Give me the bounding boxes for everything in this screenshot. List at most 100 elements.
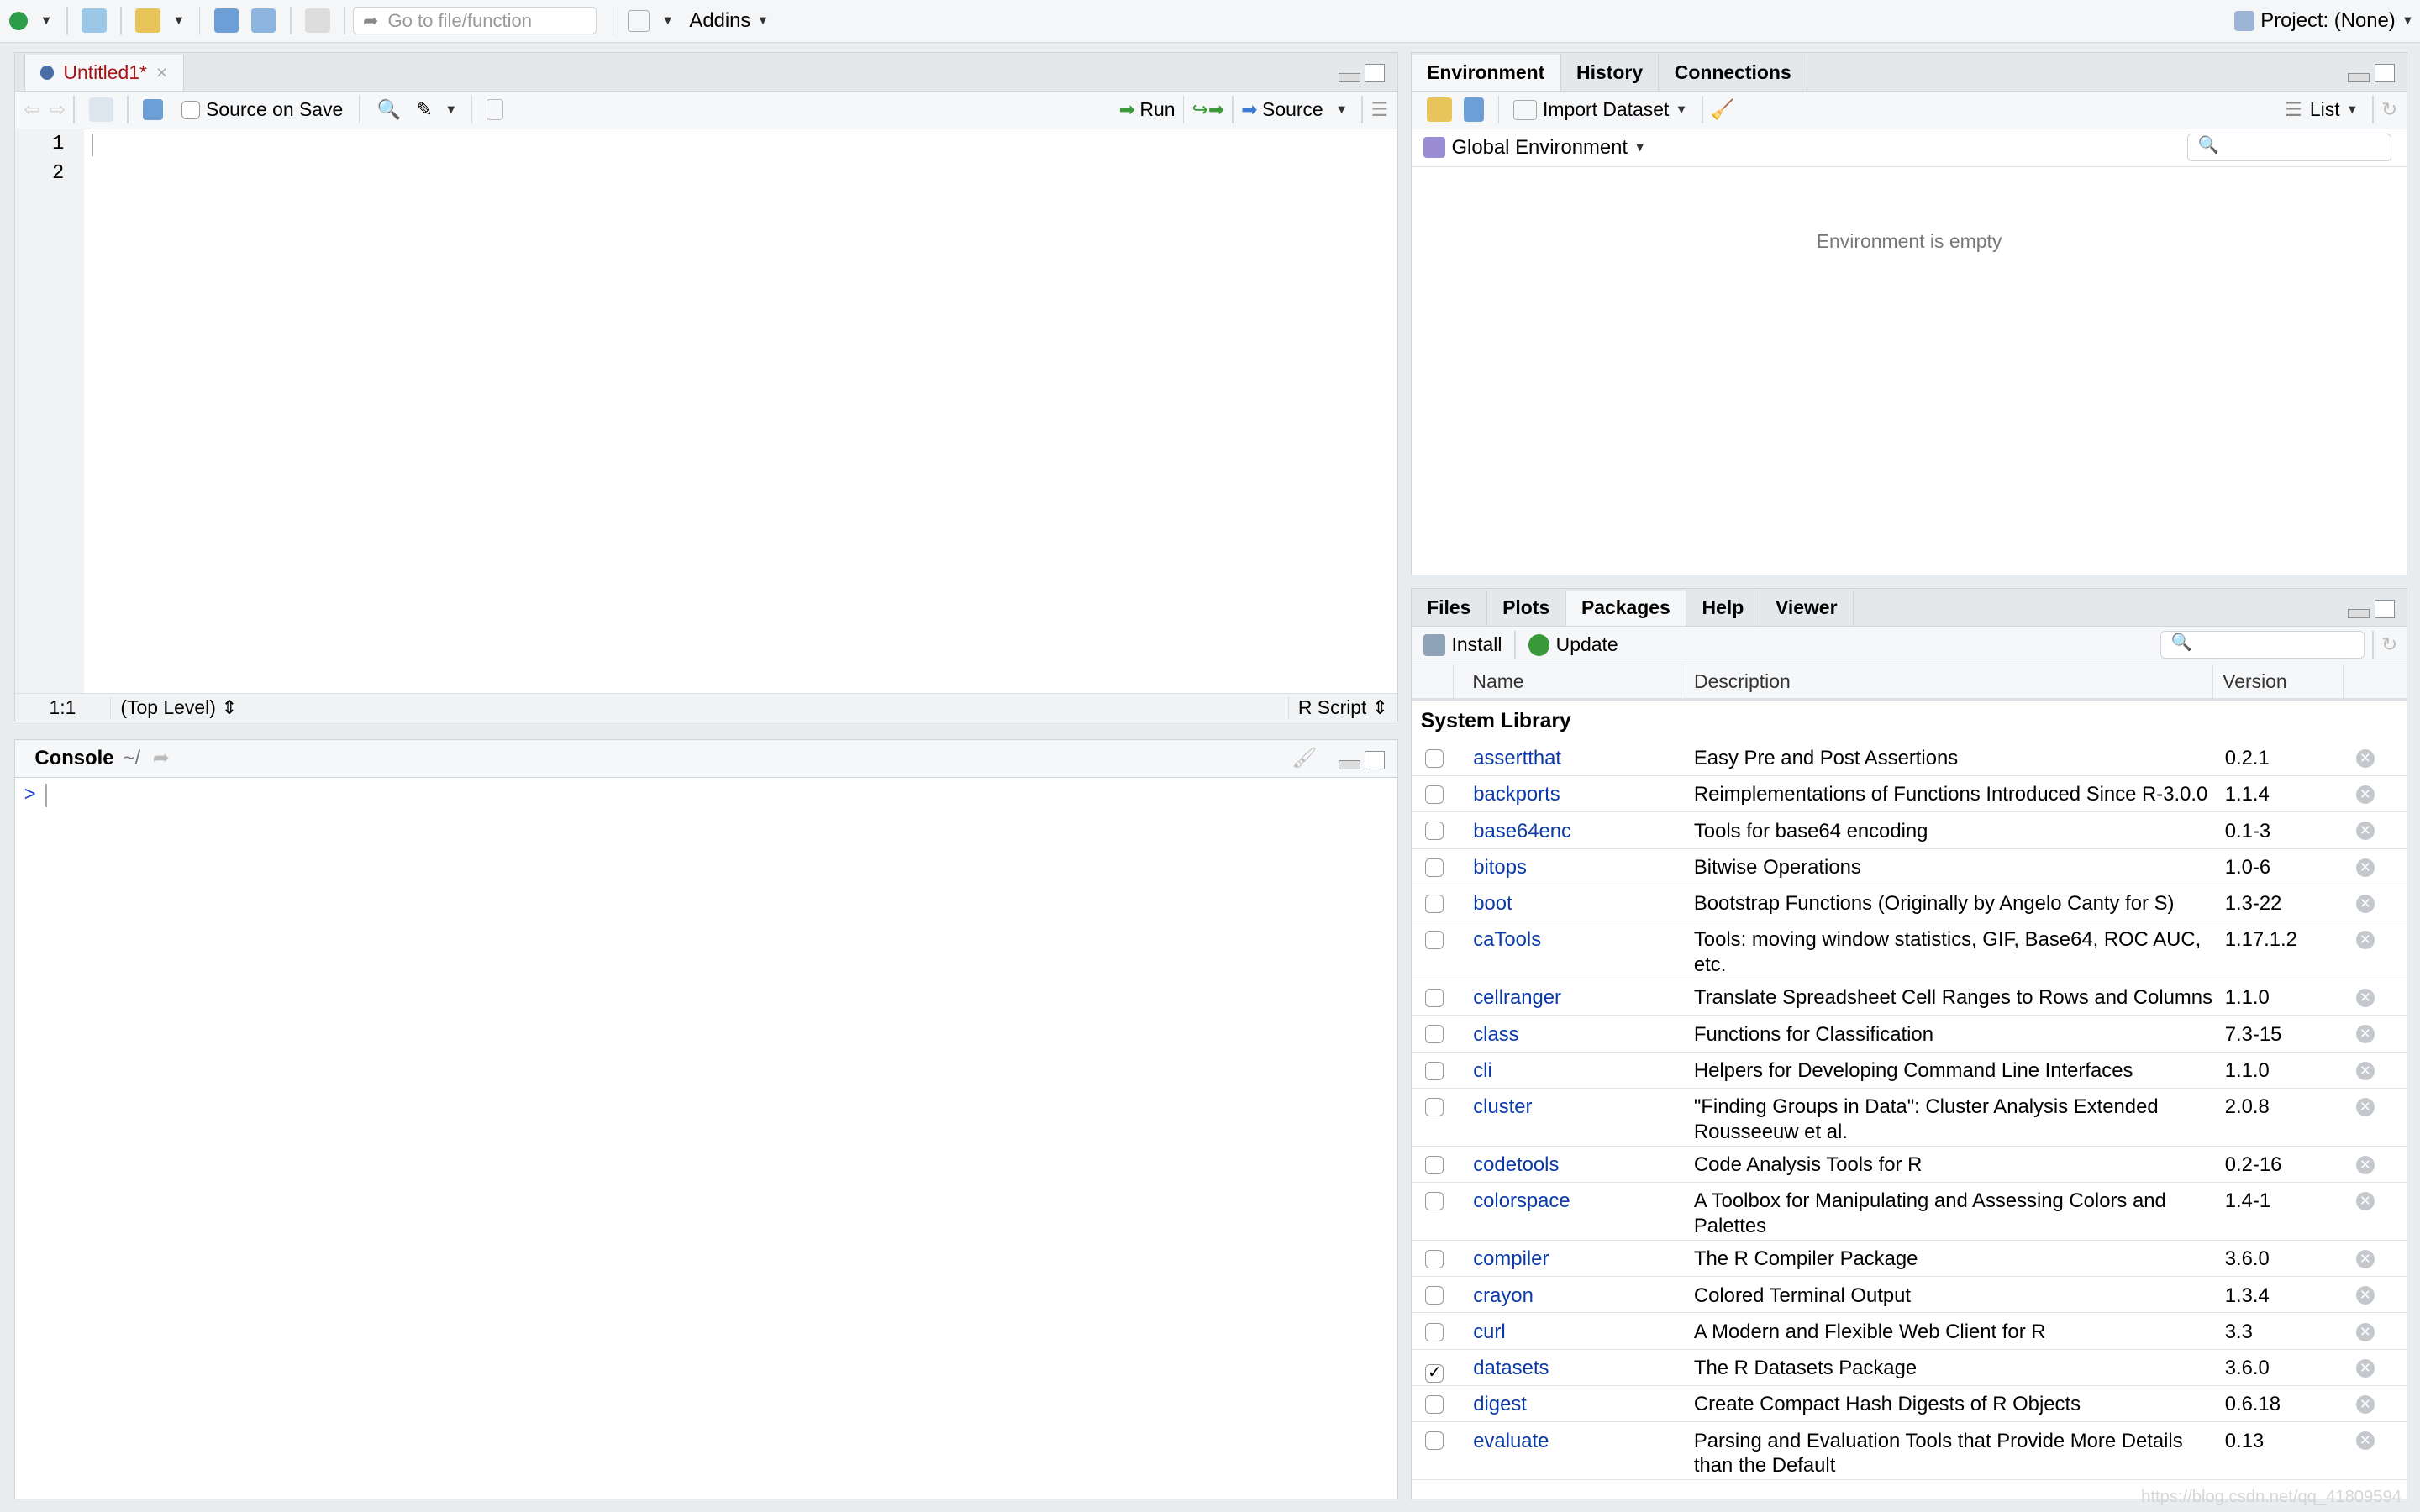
outline-icon[interactable]: ☰ (1370, 98, 1388, 121)
open-folder-icon[interactable] (135, 8, 160, 34)
pane-controls[interactable] (2348, 64, 2395, 83)
scope-selector[interactable]: (Top Level) ⇕ (111, 696, 237, 719)
compile-report-icon[interactable] (486, 98, 504, 121)
import-dataset-button[interactable]: Import Dataset (1543, 98, 1669, 121)
search-icon[interactable]: 🔍 (377, 98, 402, 121)
load-workspace-icon[interactable] (1427, 97, 1452, 123)
packages-search-input[interactable]: 🔍 (2160, 631, 2365, 659)
remove-package-icon[interactable]: ✕ (2355, 1061, 2375, 1080)
package-name-link[interactable]: caTools (1473, 927, 1694, 977)
forward-icon[interactable]: ⇨ (50, 98, 66, 121)
source-button[interactable]: Source (1262, 98, 1323, 121)
tab-help[interactable]: Help (1686, 590, 1760, 626)
new-file-dropdown[interactable]: ▼ (40, 14, 53, 28)
pane-controls[interactable] (1338, 750, 1386, 769)
remove-package-icon[interactable]: ✕ (2355, 1097, 2375, 1116)
open-dropdown[interactable]: ▼ (172, 14, 185, 28)
package-load-checkbox[interactable] (1425, 1286, 1444, 1305)
package-load-checkbox[interactable] (1425, 1192, 1444, 1211)
package-name-link[interactable]: cli (1473, 1058, 1694, 1086)
column-version[interactable]: Version (2213, 664, 2344, 699)
column-description[interactable]: Description (1681, 664, 2214, 699)
tab-files[interactable]: Files (1412, 590, 1487, 626)
remove-package-icon[interactable]: ✕ (2355, 822, 2375, 841)
pane-layout-icon[interactable] (627, 9, 650, 32)
package-load-checkbox[interactable] (1425, 989, 1444, 1008)
source-on-save-checkbox[interactable] (181, 100, 200, 119)
environment-search-input[interactable]: 🔍 (2187, 134, 2391, 162)
goto-file-input[interactable]: ➦ Go to file/function (353, 7, 597, 35)
project-menu[interactable]: Project: (None) (2260, 9, 2395, 33)
save-all-icon[interactable] (250, 8, 276, 34)
package-load-checkbox[interactable] (1425, 1322, 1444, 1341)
rerun-icon[interactable]: ↪➡ (1192, 98, 1224, 121)
package-load-checkbox[interactable] (1425, 1395, 1444, 1415)
remove-package-icon[interactable]: ✕ (2355, 1025, 2375, 1044)
tab-packages[interactable]: Packages (1565, 590, 1687, 626)
package-load-checkbox[interactable] (1425, 1025, 1444, 1044)
remove-package-icon[interactable]: ✕ (2355, 1249, 2375, 1268)
go-to-directory-icon[interactable]: ➦ (153, 746, 170, 770)
package-name-link[interactable]: cellranger (1473, 985, 1694, 1013)
package-load-checkbox[interactable] (1425, 858, 1444, 877)
remove-package-icon[interactable]: ✕ (2355, 1395, 2375, 1415)
tab-environment[interactable]: Environment (1411, 55, 1561, 91)
run-button[interactable]: Run (1139, 98, 1175, 121)
remove-package-icon[interactable]: ✕ (2355, 1155, 2375, 1174)
package-name-link[interactable]: evaluate (1473, 1429, 1694, 1478)
remove-package-icon[interactable]: ✕ (2355, 989, 2375, 1008)
refresh-icon[interactable]: ↻ (2381, 633, 2397, 656)
package-load-checkbox[interactable] (1425, 1155, 1444, 1174)
package-name-link[interactable]: cluster (1473, 1095, 1694, 1144)
back-icon[interactable]: ⇦ (24, 98, 40, 121)
clear-broom-icon[interactable]: 🧹 (1711, 98, 1735, 121)
package-load-checkbox[interactable]: ✓ (1425, 1364, 1444, 1383)
package-load-checkbox[interactable] (1425, 1431, 1444, 1451)
addins-menu[interactable]: Addins (689, 9, 750, 33)
package-name-link[interactable]: compiler (1473, 1247, 1694, 1274)
package-load-checkbox[interactable] (1425, 748, 1444, 768)
remove-package-icon[interactable]: ✕ (2355, 1358, 2375, 1378)
show-in-window-icon[interactable] (88, 97, 113, 123)
new-project-icon[interactable] (82, 8, 107, 34)
package-name-link[interactable]: base64enc (1473, 819, 1694, 847)
remove-package-icon[interactable]: ✕ (2355, 1322, 2375, 1341)
tab-plots[interactable]: Plots (1487, 590, 1566, 626)
package-name-link[interactable]: curl (1473, 1320, 1694, 1347)
tab-viewer[interactable]: Viewer (1760, 590, 1854, 626)
save-icon[interactable] (142, 98, 163, 121)
remove-package-icon[interactable]: ✕ (2355, 931, 2375, 950)
package-name-link[interactable]: codetools (1473, 1152, 1694, 1180)
package-load-checkbox[interactable] (1425, 1061, 1444, 1080)
package-load-checkbox[interactable] (1425, 1249, 1444, 1268)
remove-package-icon[interactable]: ✕ (2355, 1431, 2375, 1451)
package-name-link[interactable]: crayon (1473, 1284, 1694, 1311)
pane-controls[interactable] (2348, 599, 2395, 618)
save-icon[interactable] (213, 8, 239, 34)
file-type-selector[interactable]: R Script ⇕ (1287, 696, 1397, 719)
layout-dropdown[interactable]: ▼ (662, 14, 675, 28)
pane-controls[interactable] (1338, 64, 1386, 83)
package-load-checkbox[interactable] (1425, 894, 1444, 913)
package-name-link[interactable]: datasets (1473, 1356, 1694, 1383)
package-load-checkbox[interactable] (1425, 1097, 1444, 1116)
view-mode-select[interactable]: List (2310, 98, 2340, 121)
clear-console-icon[interactable]: 🖌 (1292, 746, 1317, 770)
remove-package-icon[interactable]: ✕ (2355, 1192, 2375, 1211)
package-name-link[interactable]: bitops (1473, 855, 1694, 883)
tab-connections[interactable]: Connections (1659, 55, 1808, 91)
install-button[interactable]: Install (1452, 633, 1502, 656)
tab-history[interactable]: History (1561, 55, 1660, 91)
package-name-link[interactable]: assertthat (1473, 746, 1694, 774)
tab-untitled1[interactable]: Untitled1* × (24, 55, 184, 91)
package-name-link[interactable]: digest (1473, 1392, 1694, 1420)
package-load-checkbox[interactable] (1425, 822, 1444, 841)
print-icon[interactable] (305, 8, 330, 34)
column-name[interactable]: Name (1454, 664, 1682, 699)
package-name-link[interactable]: class (1473, 1022, 1694, 1050)
remove-package-icon[interactable]: ✕ (2355, 894, 2375, 913)
package-name-link[interactable]: boot (1473, 891, 1694, 919)
save-workspace-icon[interactable] (1464, 97, 1485, 123)
package-name-link[interactable]: backports (1473, 782, 1694, 810)
remove-package-icon[interactable]: ✕ (2355, 785, 2375, 805)
